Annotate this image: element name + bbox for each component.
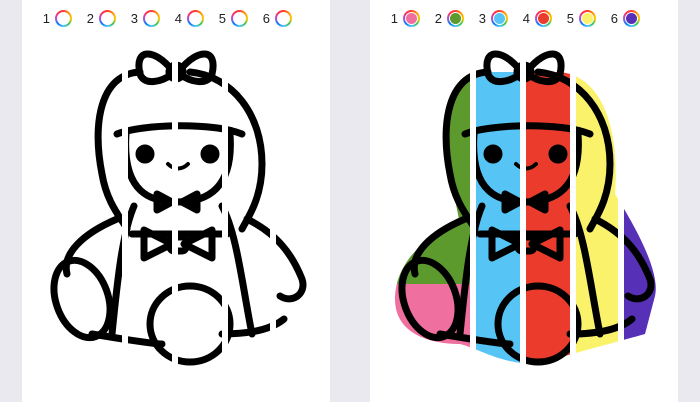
left-panel: 1 2 3 4 5 6: [22, 0, 330, 402]
doll-drawing[interactable]: [22, 34, 330, 402]
palette-slot[interactable]: 3: [124, 9, 160, 27]
palette-slot[interactable]: 5: [560, 9, 596, 27]
stripe-gaps: [122, 34, 276, 402]
swatch-fill: [406, 12, 417, 24]
swatch-fill: [626, 12, 637, 24]
color-swatch[interactable]: [403, 9, 420, 27]
stripe-color-6: [624, 72, 656, 364]
swatch-number: 1: [390, 10, 398, 26]
color-swatch[interactable]: [55, 9, 72, 27]
swatch-fill: [582, 12, 593, 24]
coloring-canvas[interactable]: [370, 34, 678, 402]
palette-slot[interactable]: 1: [384, 9, 420, 27]
stripe-color-3: [476, 72, 520, 364]
color-swatch[interactable]: [231, 9, 248, 27]
stripe-color-4: [526, 72, 570, 364]
swatch-number: 4: [522, 10, 530, 26]
color-swatch[interactable]: [447, 9, 464, 27]
palette-slot[interactable]: 4: [516, 9, 552, 27]
palette-slot[interactable]: 5: [212, 9, 248, 27]
color-palette: 1 2 3 4 5 6: [36, 6, 300, 30]
swatch-number: 3: [478, 10, 486, 26]
coloring-canvas[interactable]: [22, 34, 330, 402]
color-swatch[interactable]: [99, 9, 116, 27]
swatch-fill: [494, 12, 505, 24]
doll-drawing-colored[interactable]: [370, 34, 678, 402]
right-panel: 1 2 3 4 5 6: [370, 0, 678, 402]
swatch-fill: [450, 12, 461, 24]
color-palette: 1 2 3 4 5 6: [384, 6, 648, 30]
swatch-number: 5: [218, 10, 226, 26]
color-swatch[interactable]: [187, 9, 204, 27]
swatch-number: 1: [42, 10, 50, 26]
swatch-number: 6: [610, 10, 618, 26]
palette-slot[interactable]: 3: [472, 9, 508, 27]
palette-slot[interactable]: 2: [80, 9, 116, 27]
palette-slot[interactable]: 2: [428, 9, 464, 27]
swatch-number: 2: [86, 10, 94, 26]
swatch-number: 3: [130, 10, 138, 26]
color-swatch[interactable]: [143, 9, 160, 27]
palette-slot[interactable]: 4: [168, 9, 204, 27]
color-swatch[interactable]: [623, 9, 640, 27]
palette-slot[interactable]: 6: [256, 9, 292, 27]
color-swatch[interactable]: [579, 9, 596, 27]
swatch-number: 2: [434, 10, 442, 26]
color-swatch[interactable]: [535, 9, 552, 27]
color-swatch[interactable]: [275, 9, 292, 27]
swatch-number: 4: [174, 10, 182, 26]
palette-slot[interactable]: 1: [36, 9, 72, 27]
swatch-number: 6: [262, 10, 270, 26]
color-swatch[interactable]: [491, 9, 508, 27]
swatch-fill: [538, 12, 549, 24]
swatch-number: 5: [566, 10, 574, 26]
palette-slot[interactable]: 6: [604, 9, 640, 27]
